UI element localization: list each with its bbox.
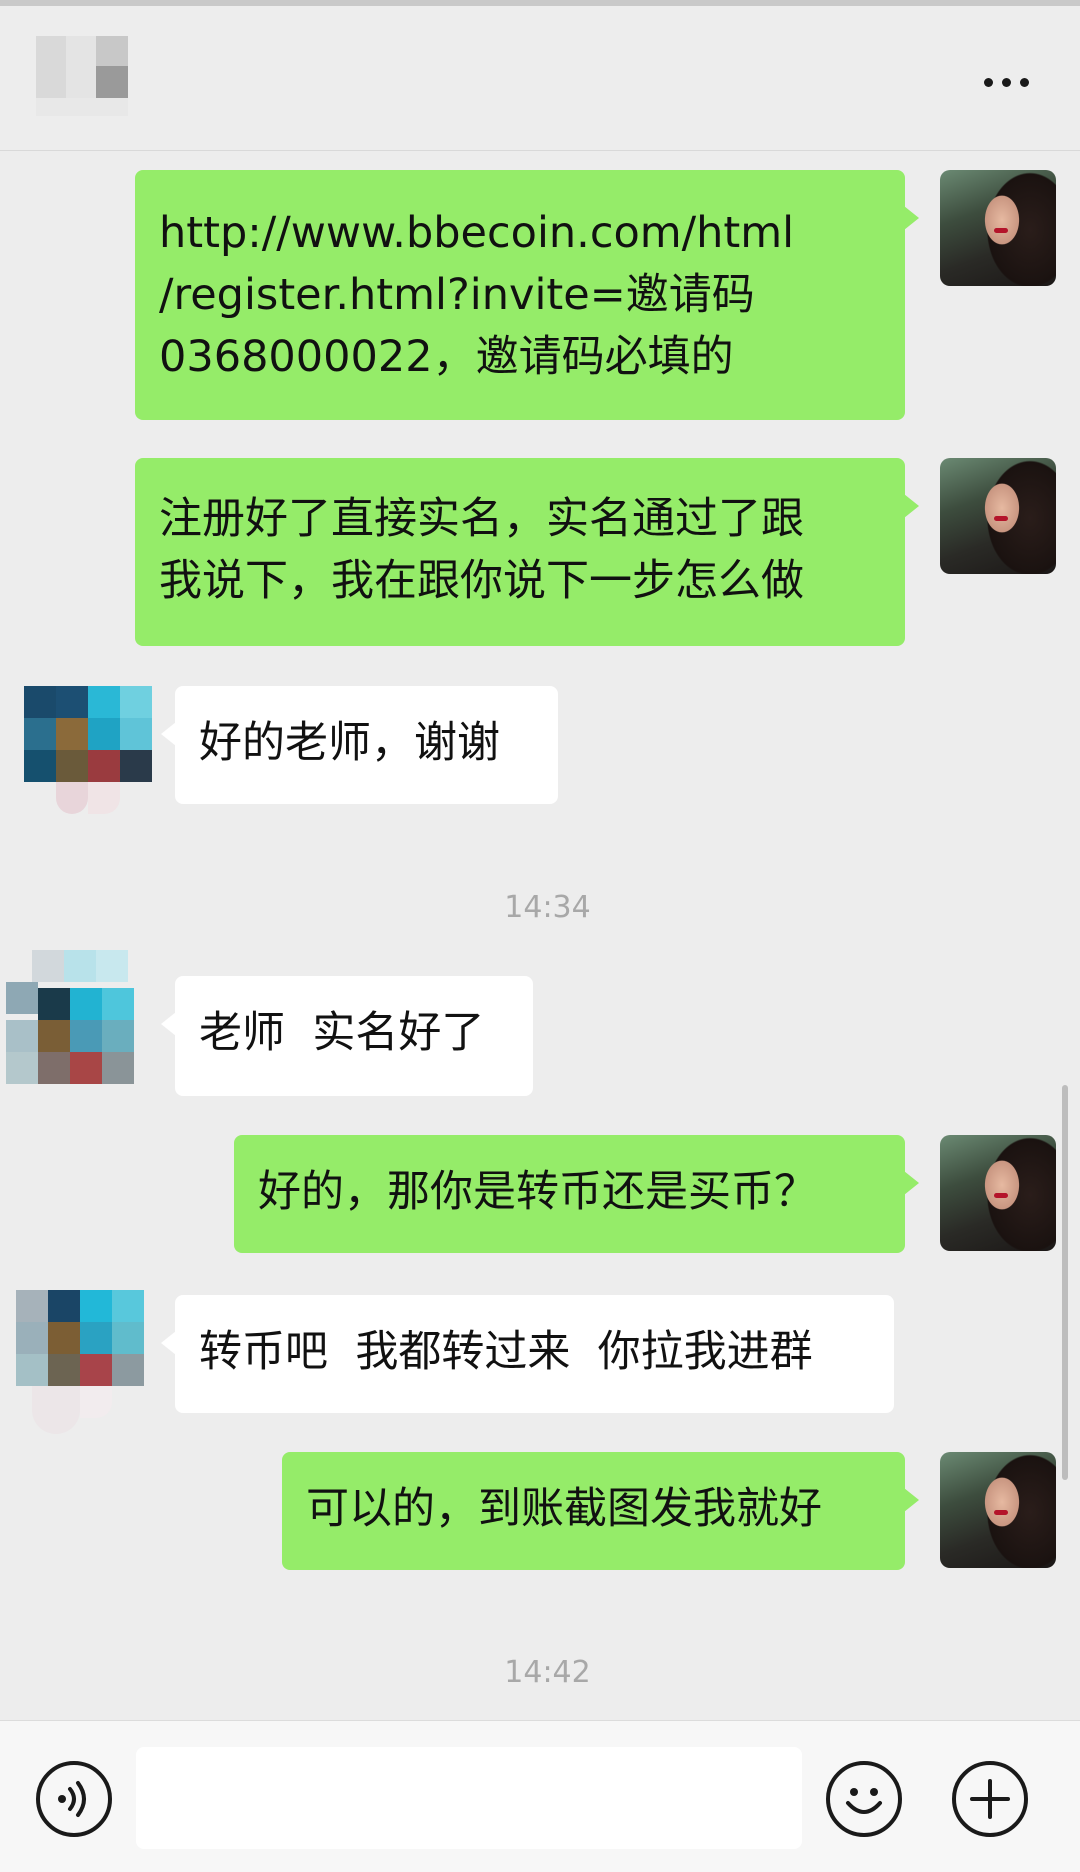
voice-icon[interactable] xyxy=(36,1761,112,1837)
contact-avatar-pixelated[interactable] xyxy=(22,686,152,826)
message-bubble-sent[interactable]: http://www.bbecoin.com/html /register.ht… xyxy=(135,170,919,420)
timestamp: 14:42 xyxy=(504,1655,591,1690)
sender-avatar[interactable] xyxy=(940,170,1056,286)
message-bubble-received[interactable]: 转币吧 我都转过来 你拉我进群 xyxy=(161,1295,894,1413)
message-bubble-received[interactable]: 老师 实名好了 xyxy=(161,976,533,1096)
scrollbar[interactable] xyxy=(1062,1085,1068,1480)
blurred-chat-title xyxy=(36,36,154,116)
sender-avatar[interactable] xyxy=(940,458,1056,574)
chat-header xyxy=(0,6,1080,151)
timestamp: 14:34 xyxy=(504,890,591,925)
plus-icon[interactable] xyxy=(952,1761,1028,1837)
contact-avatar-pixelated[interactable] xyxy=(16,1290,150,1440)
emoji-icon[interactable] xyxy=(826,1761,902,1837)
message-input[interactable] xyxy=(136,1747,802,1849)
input-bar xyxy=(0,1720,1080,1872)
sender-avatar[interactable] xyxy=(940,1452,1056,1568)
more-options-icon[interactable] xyxy=(976,68,1036,98)
message-bubble-received[interactable]: 好的老师，谢谢 xyxy=(161,686,558,804)
message-bubble-sent[interactable]: 好的，那你是转币还是买币？ xyxy=(234,1135,919,1253)
contact-avatar-pixelated[interactable] xyxy=(6,950,156,1100)
message-bubble-sent[interactable]: 注册好了直接实名，实名通过了跟 我说下，我在跟你说下一步怎么做 xyxy=(135,458,919,646)
sender-avatar[interactable] xyxy=(940,1135,1056,1251)
message-bubble-sent[interactable]: 可以的，到账截图发我就好 xyxy=(282,1452,919,1570)
